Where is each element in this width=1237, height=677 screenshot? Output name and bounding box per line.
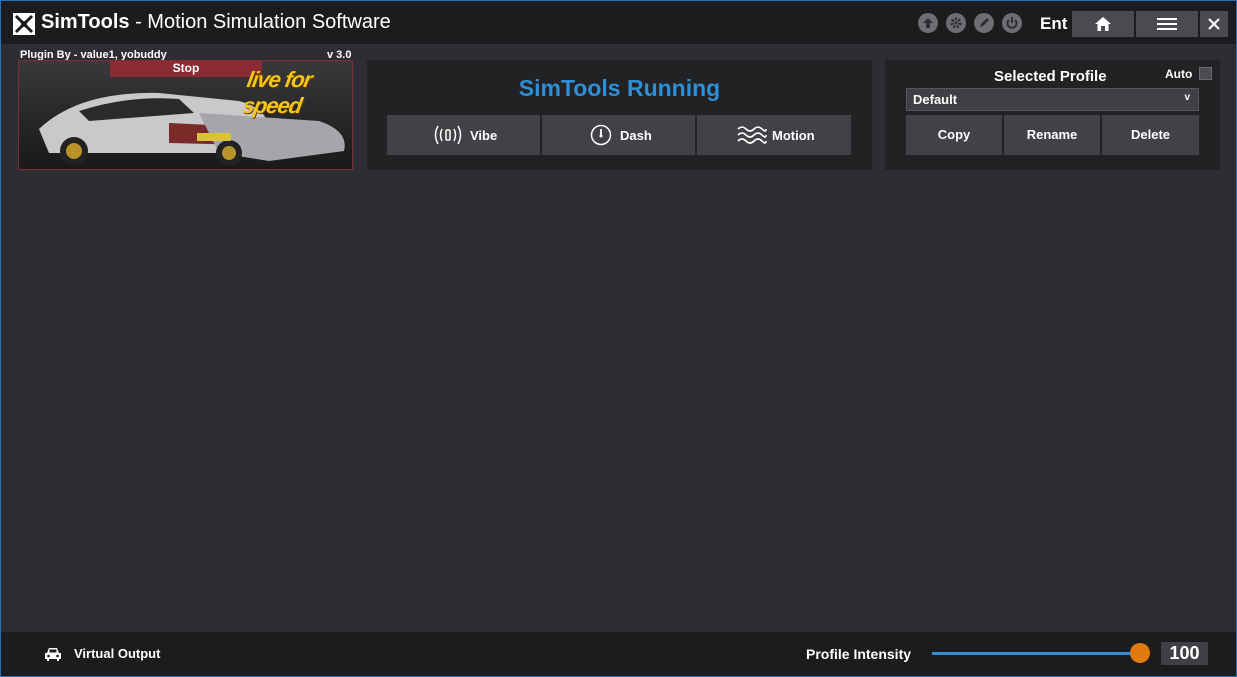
home-icon xyxy=(1095,17,1111,31)
gauge-icon xyxy=(590,124,612,146)
car-icon[interactable] xyxy=(44,646,62,662)
close-button[interactable] xyxy=(1200,11,1228,37)
virtual-output-label[interactable]: Virtual Output xyxy=(74,646,160,661)
vibe-label: Vibe xyxy=(470,128,498,143)
menu-button[interactable] xyxy=(1136,11,1198,37)
intensity-slider-thumb[interactable] xyxy=(1130,643,1150,663)
profile-panel: Selected Profile Auto Default v Copy Ren… xyxy=(885,60,1220,170)
intensity-value[interactable]: 100 xyxy=(1161,642,1208,665)
vibration-icon xyxy=(434,125,462,145)
delete-button[interactable]: Delete xyxy=(1102,115,1199,155)
chevron-down-icon: v xyxy=(1184,92,1190,103)
status-panel: SimTools Running Vibe Dash Motion xyxy=(367,60,872,170)
status-title: SimTools Running xyxy=(518,75,721,101)
profile-title: Selected Profile xyxy=(994,68,1107,85)
copy-button[interactable]: Copy xyxy=(906,115,1002,155)
stop-button[interactable]: Stop xyxy=(110,61,262,77)
close-icon xyxy=(1208,18,1220,30)
profile-intensity-label: Profile Intensity xyxy=(806,646,912,662)
app-title-rest: - Motion Simulation Software xyxy=(129,11,391,33)
ent-label[interactable]: Ent xyxy=(1040,14,1067,34)
menu-icon xyxy=(1157,18,1177,30)
motion-button[interactable]: Motion xyxy=(697,115,851,155)
rename-button[interactable]: Rename xyxy=(1004,115,1100,155)
auto-checkbox[interactable] xyxy=(1199,67,1212,80)
simtools-logo-icon xyxy=(13,13,35,35)
bottom-bar: Virtual Output Profile Intensity 100 xyxy=(1,632,1236,676)
home-button[interactable] xyxy=(1072,11,1134,37)
profile-select-value: Default xyxy=(913,92,958,107)
profile-select[interactable]: Default v xyxy=(906,88,1199,111)
settings-icon[interactable] xyxy=(946,13,966,33)
edit-icon[interactable] xyxy=(974,13,994,33)
dash-label: Dash xyxy=(620,128,652,143)
app-title: SimTools - Motion Simulation Software xyxy=(41,11,391,34)
title-bar: SimTools - Motion Simulation Software En… xyxy=(1,1,1236,44)
power-icon[interactable] xyxy=(1002,13,1022,33)
waves-icon xyxy=(737,126,767,144)
app-title-brand: SimTools xyxy=(41,11,130,33)
upload-icon[interactable] xyxy=(918,13,938,33)
motion-label: Motion xyxy=(772,128,815,143)
vibe-button[interactable]: Vibe xyxy=(387,115,540,155)
auto-label: Auto xyxy=(1165,67,1193,81)
plugin-game-image: Stop live for speed xyxy=(18,60,353,170)
game-logo: live for speed xyxy=(240,67,314,118)
intensity-slider-track[interactable] xyxy=(932,652,1138,655)
dash-button[interactable]: Dash xyxy=(542,115,695,155)
